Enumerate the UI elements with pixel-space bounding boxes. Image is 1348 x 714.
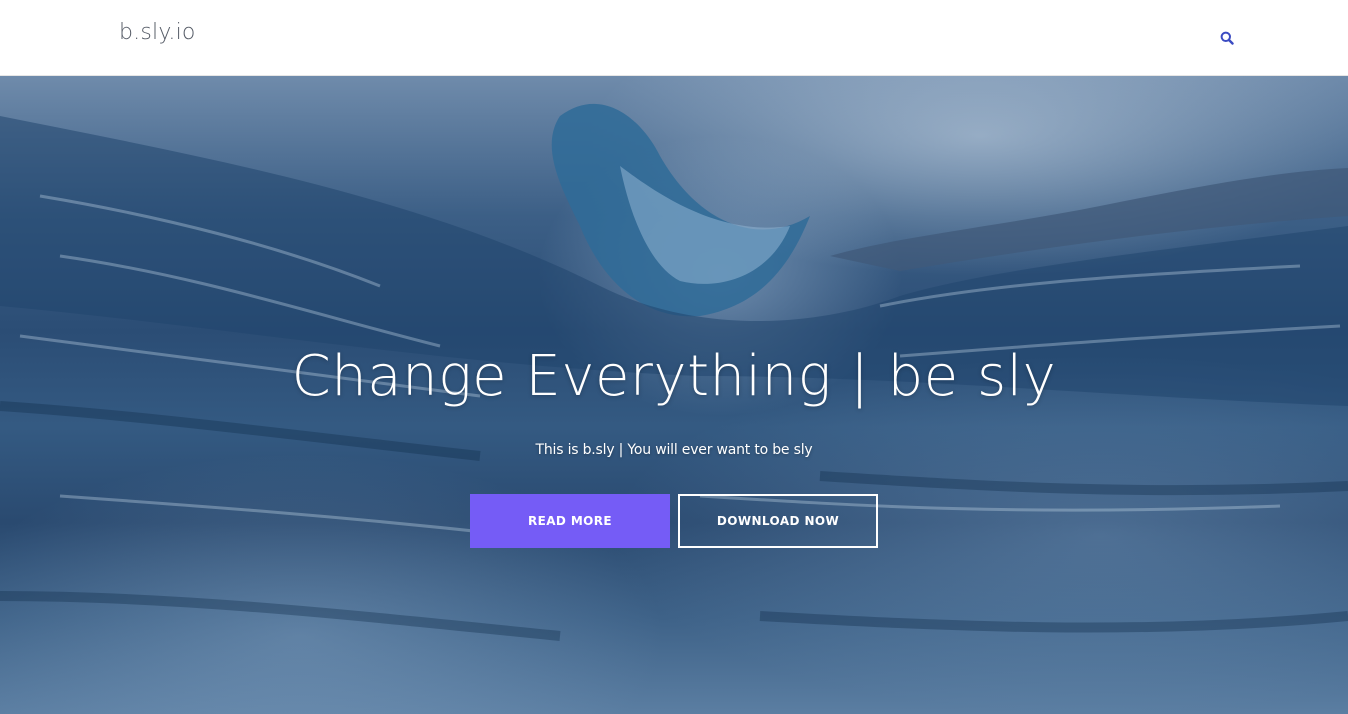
site-header: b.sly.io [0, 0, 1348, 76]
site-logo[interactable]: b.sly.io [119, 20, 196, 45]
search-button[interactable] [1216, 28, 1238, 50]
hero-section: Change Everything | be sly This is b.sly… [0, 76, 1348, 714]
download-now-button[interactable]: DOWNLOAD NOW [678, 494, 878, 548]
hero-title: Change Everything | be sly [291, 344, 1057, 409]
read-more-button[interactable]: READ MORE [470, 494, 670, 548]
search-icon [1220, 30, 1234, 49]
hero-subtitle: This is b.sly | You will ever want to be… [535, 442, 813, 458]
